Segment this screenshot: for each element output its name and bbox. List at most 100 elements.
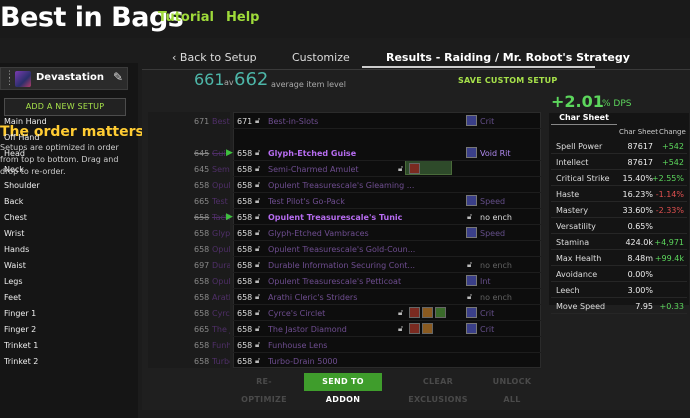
item-name[interactable]: Test Pilot's Go-Pack [268, 197, 345, 206]
nav-help[interactable]: Help [226, 10, 259, 25]
result-row[interactable]: 658 🔓︎ Glyph-Etched Guise Void Rit [233, 145, 541, 161]
enchant-icon[interactable] [466, 115, 477, 126]
item-name[interactable]: The Jastor Diamond [268, 325, 347, 334]
item-name[interactable]: Glyph-Etched Vambraces [268, 229, 369, 238]
stat-name: Move Speed [556, 302, 606, 311]
current-item-name[interactable]: Durab [212, 261, 230, 270]
reoptimize-button[interactable]: RE-OPTIMIZE [234, 373, 294, 404]
unlock-all-button[interactable]: UNLOCK ALL [486, 373, 538, 404]
send-to-addon-button[interactable]: SEND TO ADDON [304, 373, 382, 404]
lock-icon[interactable]: 🔓︎ [255, 212, 260, 222]
save-custom-setup-button[interactable]: SAVE CUSTOM SETUP [458, 76, 557, 85]
tab-customize[interactable]: Customize [292, 51, 350, 64]
current-item-name[interactable]: Semi [212, 165, 230, 174]
clear-exclusions-button[interactable]: CLEAR EXCLUSIONS [400, 373, 476, 404]
gem-icon[interactable] [409, 163, 420, 174]
edit-pencil-icon[interactable]: ✎ [113, 70, 123, 84]
lock-icon[interactable]: 🔓︎ [255, 196, 260, 206]
item-name[interactable]: Turbo-Drain 5000 [268, 357, 338, 366]
lock-icon[interactable]: 🔓︎ [255, 276, 260, 286]
lock-icon[interactable]: 🔓︎ [255, 180, 260, 190]
app-logo[interactable]: Best in Bags [0, 2, 184, 33]
item-name[interactable]: Best-in-Slots [268, 117, 318, 126]
current-item-name[interactable]: Arath [212, 293, 230, 302]
current-item-ilvl: 658 [194, 229, 210, 238]
item-name[interactable]: Semi-Charmed Amulet [268, 165, 359, 174]
current-item-name[interactable]: Turbo [212, 357, 230, 366]
add-new-setup-button[interactable]: ADD A NEW SETUP [4, 98, 126, 116]
current-item-name[interactable]: Cyrce [212, 309, 230, 318]
lock-icon[interactable]: 🔓︎ [255, 228, 260, 238]
result-row[interactable]: 658 🔓︎ Opulent Treasurescale's Tunic 🔓︎ no e… [233, 209, 541, 225]
enchant-icon[interactable] [466, 227, 477, 238]
lock-icon[interactable]: 🔓︎ [255, 164, 260, 174]
lock-icon[interactable]: 🔓︎ [255, 116, 260, 126]
lock-icon[interactable]: 🔓︎ [255, 356, 260, 366]
enchant-icon[interactable] [466, 323, 477, 334]
setup-item-devastation[interactable]: ⋮ ⋮ Devastation ✎ [0, 67, 128, 90]
result-row[interactable]: 658 🔓︎ Arathi Cleric's Striders 🔓︎ no ench [233, 289, 541, 305]
result-row[interactable]: 658 🔓︎ Turbo-Drain 5000 [233, 353, 541, 369]
current-item-name[interactable]: The Ja [212, 325, 230, 334]
item-name[interactable]: Funhouse Lens [268, 341, 327, 350]
gem-lock-icon[interactable]: 🔓︎ [398, 324, 403, 334]
result-row[interactable]: 658 🔓︎ Opulent Treasurescale's Petticoat In… [233, 273, 541, 289]
result-row[interactable]: 658 🔓︎ Cyrce's Circlet 🔓︎ Crit [233, 305, 541, 321]
result-row[interactable]: 658 🔓︎ The Jastor Diamond 🔓︎ Crit [233, 321, 541, 337]
gem-icon[interactable] [435, 307, 446, 318]
result-row[interactable]: 658 🔓︎ Opulent Treasurescale's Gleaming ..… [233, 177, 541, 193]
current-ilvl: 661 [194, 70, 225, 89]
gem-icon[interactable] [409, 323, 420, 334]
stat-value: 15.40% [622, 174, 653, 183]
current-item-name[interactable]: Funho [212, 341, 230, 350]
tab-results[interactable]: Results - Raiding / Mr. Robot's Strategy [386, 51, 630, 64]
item-name[interactable]: Arathi Cleric's Striders [268, 293, 357, 302]
char-sheet-row: Intellect 87617 +542 [551, 154, 687, 170]
item-name[interactable]: Glyph-Etched Guise [268, 149, 356, 158]
enchant-lock-icon[interactable]: 🔓︎ [467, 212, 472, 222]
enchant-icon[interactable] [466, 275, 477, 286]
enchant-label: Void Rit [480, 149, 511, 158]
result-row[interactable]: 658 🔓︎ Durable Information Securing Cont..… [233, 257, 541, 273]
enchant-icon[interactable] [466, 307, 477, 318]
item-name[interactable]: Opulent Treasurescale's Gold-Coun... [268, 245, 415, 254]
enchant-lock-icon[interactable]: 🔓︎ [467, 292, 472, 302]
result-row[interactable]: 658 🔓︎ Semi-Charmed Amulet 🔓︎ [233, 161, 541, 177]
gem-icon[interactable] [422, 323, 433, 334]
enchant-icon[interactable] [466, 195, 477, 206]
lock-icon[interactable]: 🔓︎ [255, 292, 260, 302]
enchant-icon[interactable] [466, 147, 477, 158]
spec-avatar-icon [15, 71, 31, 87]
gem-lock-icon[interactable]: 🔓︎ [398, 308, 403, 318]
result-row[interactable]: 658 🔓︎ Test Pilot's Go-Pack Speed [233, 193, 541, 209]
item-name[interactable]: Opulent Treasurescale's Gleaming ... [268, 181, 414, 190]
nav-tutorial[interactable]: Tutorial [158, 10, 214, 25]
gem-icon[interactable] [409, 307, 420, 318]
gem-icon[interactable] [422, 307, 433, 318]
lock-icon[interactable]: 🔓︎ [255, 340, 260, 350]
current-item-name[interactable]: Best- [212, 117, 230, 126]
result-row[interactable]: 658 🔓︎ Opulent Treasurescale's Gold-Coun..… [233, 241, 541, 257]
tab-back-to-setup[interactable]: ‹ Back to Setup [172, 51, 257, 64]
item-name[interactable]: Cyrce's Circlet [268, 309, 325, 318]
slot-label: Finger 2 [4, 325, 37, 334]
enchant-lock-icon[interactable]: 🔓︎ [467, 260, 472, 270]
result-row[interactable]: 658 🔓︎ Funhouse Lens [233, 337, 541, 353]
item-name[interactable]: Opulent Treasurescale's Tunic [268, 213, 402, 222]
result-row[interactable]: 671 🔓︎ Best-in-Slots Crit [233, 113, 541, 129]
item-name[interactable]: Durable Information Securing Cont... [268, 261, 415, 270]
current-item-name[interactable]: Opule [212, 181, 230, 190]
gem-lock-icon[interactable]: 🔓︎ [398, 164, 403, 174]
lock-icon[interactable]: 🔓︎ [255, 260, 260, 270]
current-item-name[interactable]: Glyph [212, 229, 230, 238]
lock-icon[interactable]: 🔓︎ [255, 244, 260, 254]
lock-icon[interactable]: 🔓︎ [255, 308, 260, 318]
current-item-name[interactable]: Opule [212, 277, 230, 286]
drag-handle-icon[interactable]: ⋮ ⋮ [5, 71, 14, 87]
current-item-name[interactable]: Opule [212, 245, 230, 254]
lock-icon[interactable]: 🔓︎ [255, 148, 260, 158]
result-row[interactable]: 658 🔓︎ Glyph-Etched Vambraces Speed [233, 225, 541, 241]
item-name[interactable]: Opulent Treasurescale's Petticoat [268, 277, 401, 286]
lock-icon[interactable]: 🔓︎ [255, 324, 260, 334]
current-item-name[interactable]: Test F [212, 197, 230, 206]
